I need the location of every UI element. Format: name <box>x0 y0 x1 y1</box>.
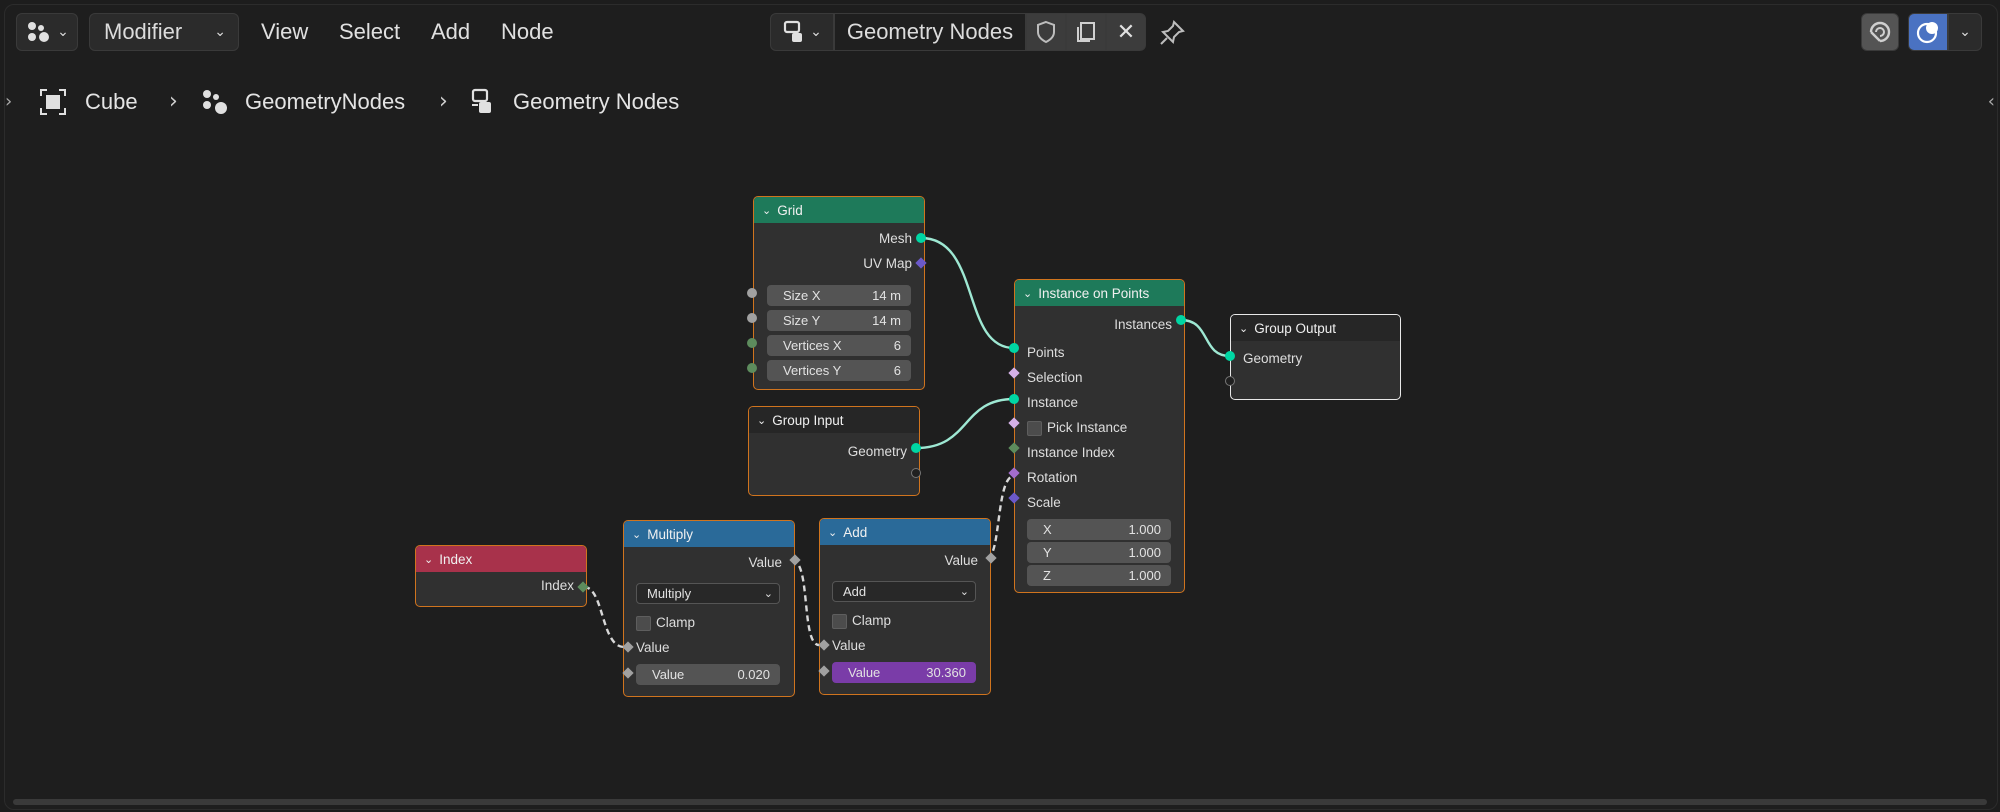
index-node-title: Index <box>439 551 473 567</box>
grid-node-title: Grid <box>777 202 803 218</box>
output-value-label: Value <box>944 553 978 568</box>
horizontal-scrollbar[interactable] <box>13 799 1987 805</box>
input-selection-label: Selection <box>1027 370 1083 385</box>
output-index-label: Index <box>540 578 574 593</box>
multiply-node[interactable]: ⌄ Multiply Value Multiply ⌄ Clamp Value … <box>623 520 795 697</box>
grid-vertices-y-socket[interactable] <box>747 363 757 373</box>
add-node[interactable]: ⌄ Add Value Add ⌄ Clamp Value Value 30.36… <box>819 518 991 695</box>
add-node-title: Add <box>843 524 868 540</box>
chevron-down-icon: ⌄ <box>763 588 773 600</box>
output-geometry-label: Geometry <box>847 444 907 459</box>
output-value-label: Value <box>748 555 782 570</box>
output-instances-label: Instances <box>1114 317 1172 332</box>
instances-output-socket[interactable] <box>1176 315 1186 325</box>
clamp-checkbox[interactable] <box>832 614 847 629</box>
link-geometry-to-instance <box>915 397 1015 450</box>
vertices-x-field[interactable]: Vertices X6 <box>767 335 911 356</box>
output-uvmap-label: UV Map <box>863 256 912 271</box>
group-input-node[interactable]: ⌄ Group Input Geometry <box>748 406 920 496</box>
input-instance-label: Instance <box>1027 395 1079 410</box>
value-field[interactable]: Value 30.360 <box>832 662 976 683</box>
points-input-socket[interactable] <box>1009 343 1019 353</box>
size-x-field[interactable]: Size X 14 m <box>767 285 911 306</box>
collapse-arrow-icon[interactable]: ⌄ <box>828 526 837 539</box>
node-editor[interactable]: ⌄ Modifier ⌄ View Select Add Node ⌄ Geom… <box>4 4 1998 810</box>
instance-input-socket[interactable] <box>1009 394 1019 404</box>
input-geometry-label: Geometry <box>1243 351 1303 366</box>
link-index-to-multiply <box>583 585 625 649</box>
group-input-title: Group Input <box>772 412 844 428</box>
index-node-header[interactable]: ⌄ Index <box>416 546 586 572</box>
link-add-to-rotation <box>986 474 1015 560</box>
input-value-label: Value <box>832 638 866 653</box>
clamp-label: Clamp <box>852 613 892 628</box>
value-field[interactable]: Value 0.020 <box>636 664 780 685</box>
collapse-arrow-icon[interactable]: ⌄ <box>1239 322 1248 335</box>
group-input-empty-socket[interactable] <box>911 468 921 478</box>
instance-on-points-node[interactable]: ⌄ Instance on Points Instances Points Se… <box>1014 279 1185 593</box>
clamp-checkbox[interactable] <box>636 616 651 631</box>
group-output-empty-socket[interactable] <box>1225 376 1235 386</box>
add-node-header[interactable]: ⌄ Add <box>820 519 990 545</box>
grid-node-header[interactable]: ⌄ Grid <box>754 197 924 223</box>
multiply-node-header[interactable]: ⌄ Multiply <box>624 521 794 547</box>
operation-dropdown[interactable]: Multiply ⌄ <box>636 583 780 604</box>
input-value-label: Value <box>636 640 670 655</box>
instance-on-points-title: Instance on Points <box>1038 285 1150 301</box>
collapse-arrow-icon[interactable]: ⌄ <box>424 553 433 566</box>
instance-on-points-header[interactable]: ⌄ Instance on Points <box>1015 280 1184 306</box>
group-output-geometry-socket[interactable] <box>1225 351 1235 361</box>
grid-mesh-socket[interactable] <box>916 233 926 243</box>
input-pick-instance-label: Pick Instance <box>1047 420 1128 435</box>
group-output-header[interactable]: ⌄ Group Output <box>1231 315 1400 341</box>
index-node[interactable]: ⌄ Index Index <box>415 545 587 607</box>
pick-instance-checkbox[interactable] <box>1027 421 1042 436</box>
chevron-down-icon: ⌄ <box>959 586 969 598</box>
clamp-label: Clamp <box>656 615 696 630</box>
size-y-field[interactable]: Size Y 14 m <box>767 310 911 331</box>
link-instances-to-output <box>1180 318 1231 358</box>
node-links <box>583 236 1231 649</box>
scale-x-field[interactable]: X 1.000 <box>1027 519 1171 540</box>
link-multiply-to-add <box>791 558 820 647</box>
grid-node[interactable]: ⌄ Grid Mesh UV Map Size X 14 m Size Y 14 m… <box>753 196 925 390</box>
multiply-node-title: Multiply <box>647 526 693 542</box>
group-input-geometry-socket[interactable] <box>911 443 921 453</box>
grid-vertices-x-socket[interactable] <box>747 338 757 348</box>
input-scale-label: Scale <box>1027 495 1061 510</box>
group-output-node[interactable]: ⌄ Group Output Geometry <box>1230 314 1401 400</box>
output-mesh-label: Mesh <box>878 231 912 246</box>
grid-size-x-socket[interactable] <box>747 288 757 298</box>
collapse-arrow-icon[interactable]: ⌄ <box>1023 287 1032 300</box>
collapse-arrow-icon[interactable]: ⌄ <box>762 204 771 217</box>
operation-dropdown[interactable]: Add ⌄ <box>832 581 976 602</box>
vertices-y-field[interactable]: Vertices Y6 <box>767 360 911 381</box>
group-input-header[interactable]: ⌄ Group Input <box>749 407 919 433</box>
collapse-arrow-icon[interactable]: ⌄ <box>632 528 641 541</box>
input-points-label: Points <box>1027 345 1065 360</box>
collapse-arrow-icon[interactable]: ⌄ <box>757 414 766 427</box>
scale-z-field[interactable]: Z 1.000 <box>1027 565 1171 586</box>
grid-size-y-socket[interactable] <box>747 313 757 323</box>
input-instance-index-label: Instance Index <box>1027 445 1115 460</box>
scale-y-field[interactable]: Y 1.000 <box>1027 542 1171 563</box>
link-mesh-to-points <box>920 236 1015 350</box>
group-output-title: Group Output <box>1254 320 1337 336</box>
input-rotation-label: Rotation <box>1027 470 1078 485</box>
